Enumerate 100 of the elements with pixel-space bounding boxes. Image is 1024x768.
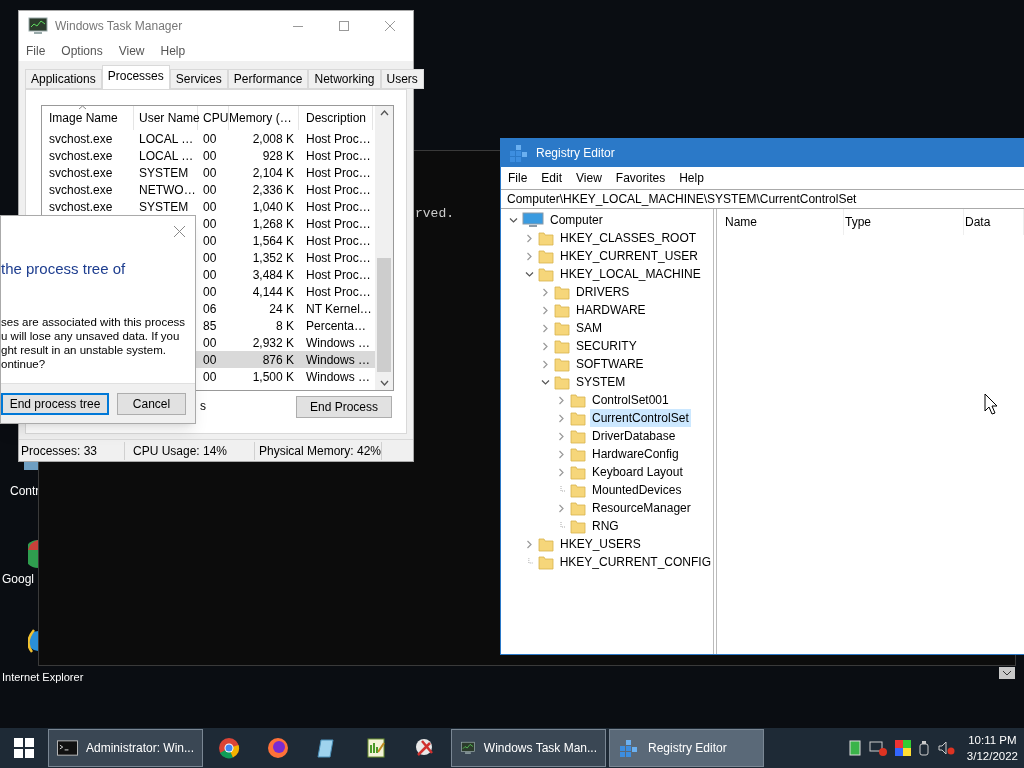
table-cell: 00	[203, 165, 217, 180]
tree-item[interactable]: DriverDatabase	[590, 427, 678, 445]
desktop-icon-label[interactable]: Internet Explorer	[2, 669, 84, 686]
tree-item[interactable]: HKEY_CURRENT_CONFIG	[557, 553, 713, 571]
column-header[interactable]: CPU	[198, 106, 229, 130]
table-cell: 2,336 K	[252, 182, 294, 197]
table-cell: 4,144 K	[252, 284, 294, 299]
clock-time[interactable]: 10:11 PM	[968, 732, 1017, 748]
menu-item[interactable]: Edit	[541, 169, 563, 187]
taskbar-button[interactable]: Registry Editor	[609, 729, 764, 767]
tree-item[interactable]: CurrentControlSet	[590, 409, 691, 427]
table-cell: Host Proc…	[306, 148, 371, 163]
tree-item[interactable]: RNG	[590, 517, 621, 535]
column-header[interactable]: Data	[964, 209, 1024, 235]
table-cell: SYSTEM	[139, 199, 189, 214]
table-cell: 3,484 K	[252, 267, 294, 282]
table-cell: Host Proc…	[306, 182, 371, 197]
tree-item[interactable]: HKEY_USERS	[558, 535, 643, 553]
tree-item[interactable]: HKEY_CLASSES_ROOT	[558, 229, 699, 247]
table-cell: 00	[203, 131, 217, 146]
table-cell: LOCAL …	[139, 131, 194, 146]
table-cell: Host Proc…	[306, 216, 371, 231]
tree-item[interactable]: HKEY_CURRENT_USER	[558, 247, 701, 265]
process-row[interactable]: svchost.exe LOCAL … 00 928 K Host Proc…	[42, 147, 375, 164]
table-cell: SYSTEM	[139, 165, 189, 180]
table-cell: Host Proc…	[306, 267, 371, 282]
tree-item[interactable]: DRIVERS	[574, 283, 632, 301]
column-header[interactable]: User Name	[134, 106, 198, 130]
menu-item[interactable]: Help	[160, 42, 186, 60]
table-cell: svchost.exe	[49, 131, 113, 146]
tree-item[interactable]: HKEY_LOCAL_MACHINE	[558, 265, 703, 283]
address-bar[interactable]: Computer\HKEY_LOCAL_MACHINE\SYSTEM\CurrentControlSet	[501, 189, 1024, 209]
table-cell: 00	[203, 199, 217, 214]
dialog-button[interactable]: End process tree	[1, 392, 109, 415]
table-cell: Windows …	[306, 352, 370, 367]
menu-item[interactable]: File	[26, 42, 46, 60]
process-row[interactable]: svchost.exe SYSTEM 00 2,104 K Host Proc…	[42, 164, 375, 181]
menu-item[interactable]: Favorites	[615, 169, 666, 187]
process-row[interactable]: svchost.exe LOCAL … 00 2,008 K Host Proc…	[42, 130, 375, 147]
tab[interactable]: Users	[380, 69, 424, 89]
table-cell: Percenta…	[306, 318, 367, 333]
tab[interactable]: Networking	[308, 69, 381, 89]
process-row[interactable]: svchost.exe NETWO… 00 2,336 K Host Proc…	[42, 181, 375, 198]
status-text: Processes: 33	[19, 441, 125, 460]
tree-item[interactable]: MountedDevices	[590, 481, 684, 499]
clock-date[interactable]: 3/12/2022	[966, 748, 1018, 764]
menu-item[interactable]: File	[508, 169, 528, 187]
column-header[interactable]: Type	[844, 209, 964, 235]
table-cell: 00	[203, 182, 217, 197]
table-cell: 00	[203, 284, 217, 299]
menu-item[interactable]: View	[576, 169, 602, 187]
menu-item[interactable]: Help	[679, 169, 704, 187]
column-header[interactable]: Description	[299, 106, 373, 130]
column-header[interactable]: Image Name	[42, 106, 134, 130]
desktop-icon-label[interactable]: Googl	[2, 570, 35, 588]
table-cell: Windows …	[306, 369, 370, 384]
table-cell: 8 K	[276, 318, 294, 333]
table-cell: NETWO…	[139, 182, 196, 197]
tree-item[interactable]: SYSTEM	[574, 373, 628, 391]
table-cell: svchost.exe	[49, 199, 113, 214]
table-cell: 1,268 K	[252, 216, 294, 231]
tree-item[interactable]: SOFTWARE	[574, 355, 646, 373]
tree-item[interactable]: Computer	[548, 211, 605, 229]
table-cell: svchost.exe	[49, 165, 113, 180]
table-cell: 00	[203, 335, 217, 350]
menu-item[interactable]: Options	[61, 42, 103, 60]
tab[interactable]: Processes	[101, 65, 170, 89]
taskbar-button[interactable]: Administrator: Win...	[48, 729, 203, 767]
table-cell: 1,500 K	[252, 369, 294, 384]
tree-item[interactable]: HardwareConfig	[590, 445, 681, 463]
column-header[interactable]: Name	[724, 209, 844, 235]
checkbox-label: s	[200, 398, 206, 415]
tree-item[interactable]: SECURITY	[574, 337, 639, 355]
table-cell: 2,932 K	[252, 335, 294, 350]
menu-item[interactable]: View	[118, 42, 145, 60]
process-row[interactable]: svchost.exe SYSTEM 00 1,040 K Host Proc…	[42, 198, 375, 215]
table-cell: 2,008 K	[252, 131, 294, 146]
tree-item[interactable]: HARDWARE	[574, 301, 648, 319]
table-cell: LOCAL …	[139, 148, 194, 163]
table-cell: 00	[203, 148, 217, 163]
end-process-button[interactable]: End Process	[296, 396, 392, 418]
tab[interactable]: Applications	[25, 69, 102, 89]
table-cell: 00	[203, 250, 217, 265]
table-cell: 1,040 K	[252, 199, 294, 214]
table-cell: Host Proc…	[306, 233, 371, 248]
tree-item[interactable]: Keyboard Layout	[590, 463, 685, 481]
table-cell: 00	[203, 267, 217, 282]
table-cell: 24 K	[269, 301, 294, 316]
tree-item[interactable]: SAM	[574, 319, 604, 337]
tab[interactable]: Performance	[227, 69, 309, 89]
table-cell: 00	[203, 369, 217, 384]
taskbar-button[interactable]: Windows Task Man...	[451, 729, 606, 767]
tree-item[interactable]: ResourceManager	[590, 499, 693, 517]
tab[interactable]: Services	[169, 69, 228, 89]
column-header[interactable]: Memory (…	[229, 106, 299, 130]
table-cell: Host Proc…	[306, 165, 371, 180]
dialog-button[interactable]: Cancel	[117, 392, 186, 415]
tree-item[interactable]: ControlSet001	[590, 391, 671, 409]
console-text: rved.	[415, 205, 454, 223]
desktop-icon-label[interactable]: Contr	[10, 482, 40, 500]
